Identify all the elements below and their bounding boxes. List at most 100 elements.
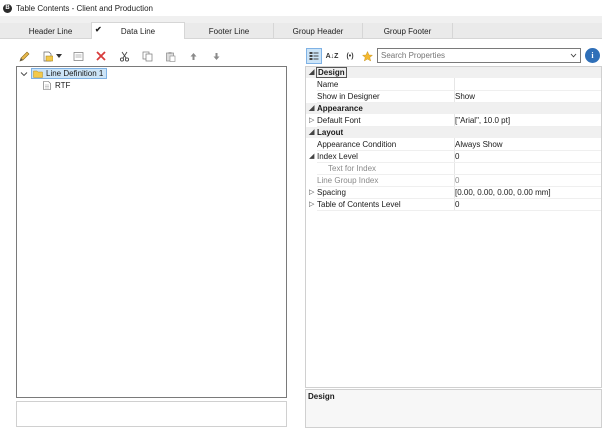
tab-bar: Header Line ✔ Data Line Footer Line Grou… (0, 22, 602, 39)
tab-data-line[interactable]: ✔ Data Line (91, 22, 185, 39)
property-name: Name (317, 80, 339, 89)
category-layout[interactable]: ◢ Layout (306, 127, 601, 138)
property-name: Index Level (317, 152, 358, 161)
tab-header-line[interactable]: Header Line (0, 23, 102, 39)
property-row[interactable]: ◢ Index Level 0 (306, 151, 601, 162)
property-value[interactable]: 0 (455, 176, 459, 185)
info-icon: i (591, 51, 594, 60)
tree-info-box (16, 401, 287, 427)
favorites-button[interactable] (359, 48, 375, 64)
property-name: Table of Contents Level (317, 200, 401, 209)
row-divider (317, 150, 601, 151)
sort-alphabetical-button[interactable]: A↓Z (324, 48, 340, 64)
property-name: Line Group Index (317, 176, 379, 185)
tab-footer-line[interactable]: Footer Line (185, 23, 274, 39)
pencil-button[interactable] (16, 48, 32, 64)
description-title: Design (308, 392, 335, 401)
tree-selection: Line Definition 1 (31, 68, 108, 79)
expand-icon[interactable]: ▷ (309, 188, 314, 196)
category-design[interactable]: ◢ Design (306, 67, 601, 78)
search-input[interactable] (381, 51, 561, 60)
property-row[interactable]: ▷ Spacing [0.00, 0.00, 0.00, 0.00 mm] (306, 187, 601, 198)
folder-icon (33, 70, 43, 78)
property-value[interactable]: Always Show (455, 140, 503, 149)
property-row[interactable]: Appearance Condition Always Show (306, 139, 601, 150)
star-icon (361, 50, 373, 61)
tree-item-rtf[interactable]: RTF (43, 80, 70, 91)
line-tree[interactable]: Line Definition 1 RTF (16, 66, 287, 398)
new-item-icon (43, 51, 53, 61)
property-name: Spacing (317, 188, 346, 197)
tree-item-label: RTF (55, 81, 71, 90)
expand-icon[interactable]: ▷ (309, 116, 314, 124)
tree-item-label: Line Definition 1 (46, 69, 104, 78)
property-grid: ◢ Design Name Show in Designer Show ◢ Ap… (305, 66, 602, 388)
new-item-dropdown[interactable] (55, 48, 63, 64)
property-value[interactable]: ["Arial", 10.0 pt] (455, 116, 510, 125)
collapse-icon[interactable]: ◢ (309, 128, 314, 136)
app-icon: B (3, 3, 12, 13)
category-label: Design (316, 67, 347, 78)
tab-label: Group Footer (383, 26, 432, 36)
new-item-button[interactable] (39, 48, 55, 64)
property-value[interactable]: 0 (455, 152, 459, 161)
move-up-icon (190, 52, 196, 60)
delete-icon (96, 51, 106, 61)
copy-icon (142, 51, 152, 61)
chevron-down-icon[interactable] (570, 52, 577, 59)
property-name: Appearance Condition (317, 140, 397, 149)
property-row[interactable]: ▷ Default Font ["Arial", 10.0 pt] (306, 115, 601, 126)
category-appearance[interactable]: ◢ Appearance (306, 103, 601, 114)
property-row[interactable]: Name (306, 79, 601, 90)
property-name: Default Font (317, 116, 361, 125)
delete-button[interactable] (93, 48, 109, 64)
property-row[interactable]: Show in Designer Show (306, 91, 601, 102)
row-divider (317, 102, 601, 103)
expression-button[interactable]: (•) (342, 48, 358, 64)
collapse-icon[interactable]: ◢ (309, 152, 314, 160)
property-value[interactable]: Show (455, 92, 475, 101)
categorized-icon (309, 52, 319, 60)
tree-item-line-definition[interactable]: Line Definition 1 (20, 68, 108, 79)
cut-icon (119, 51, 129, 62)
tab-group-footer[interactable]: Group Footer (363, 23, 453, 39)
description-panel: Design (305, 389, 602, 428)
row-divider (317, 186, 601, 187)
row-divider (317, 90, 601, 91)
pencil-icon (19, 51, 29, 61)
property-row[interactable]: Text for Index (306, 163, 601, 174)
move-down-button[interactable] (208, 48, 224, 64)
property-value[interactable]: [0.00, 0.00, 0.00, 0.00 mm] (455, 188, 551, 197)
properties-toolbar: A↓Z (•) i (305, 47, 602, 65)
chevron-down-icon[interactable] (20, 70, 28, 78)
copy-button[interactable] (139, 48, 155, 64)
sort-icon: A↓Z (325, 52, 339, 60)
cut-button[interactable] (116, 48, 132, 64)
category-label: Appearance (317, 104, 363, 113)
property-value[interactable]: 0 (455, 200, 459, 209)
properties-button[interactable] (70, 48, 86, 64)
tab-label: Data Line (120, 26, 156, 36)
property-row[interactable]: ▷ Table of Contents Level 0 (306, 199, 601, 210)
expression-icon: (•) (346, 52, 354, 60)
move-down-icon (213, 52, 219, 60)
row-divider (317, 174, 601, 175)
property-name: Show in Designer (317, 92, 380, 101)
collapse-icon[interactable]: ◢ (309, 104, 314, 112)
property-name: Text for Index (328, 164, 377, 173)
categorized-view-button[interactable] (306, 48, 322, 64)
paste-button[interactable] (162, 48, 178, 64)
search-properties-field[interactable] (377, 48, 581, 63)
collapse-icon[interactable]: ◢ (309, 68, 314, 76)
expand-icon[interactable]: ▷ (309, 200, 314, 208)
tab-group-header[interactable]: Group Header (274, 23, 363, 39)
property-row[interactable]: Line Group Index 0 (306, 175, 601, 186)
check-icon: ✔ (95, 25, 102, 34)
move-up-button[interactable] (185, 48, 201, 64)
properties-icon (73, 51, 83, 61)
window-title: Table Contents - Client and Production (16, 3, 153, 13)
tab-label: Footer Line (208, 26, 250, 36)
dropdown-arrow-icon (56, 54, 62, 58)
document-icon (43, 81, 51, 90)
info-button[interactable]: i (585, 48, 600, 63)
